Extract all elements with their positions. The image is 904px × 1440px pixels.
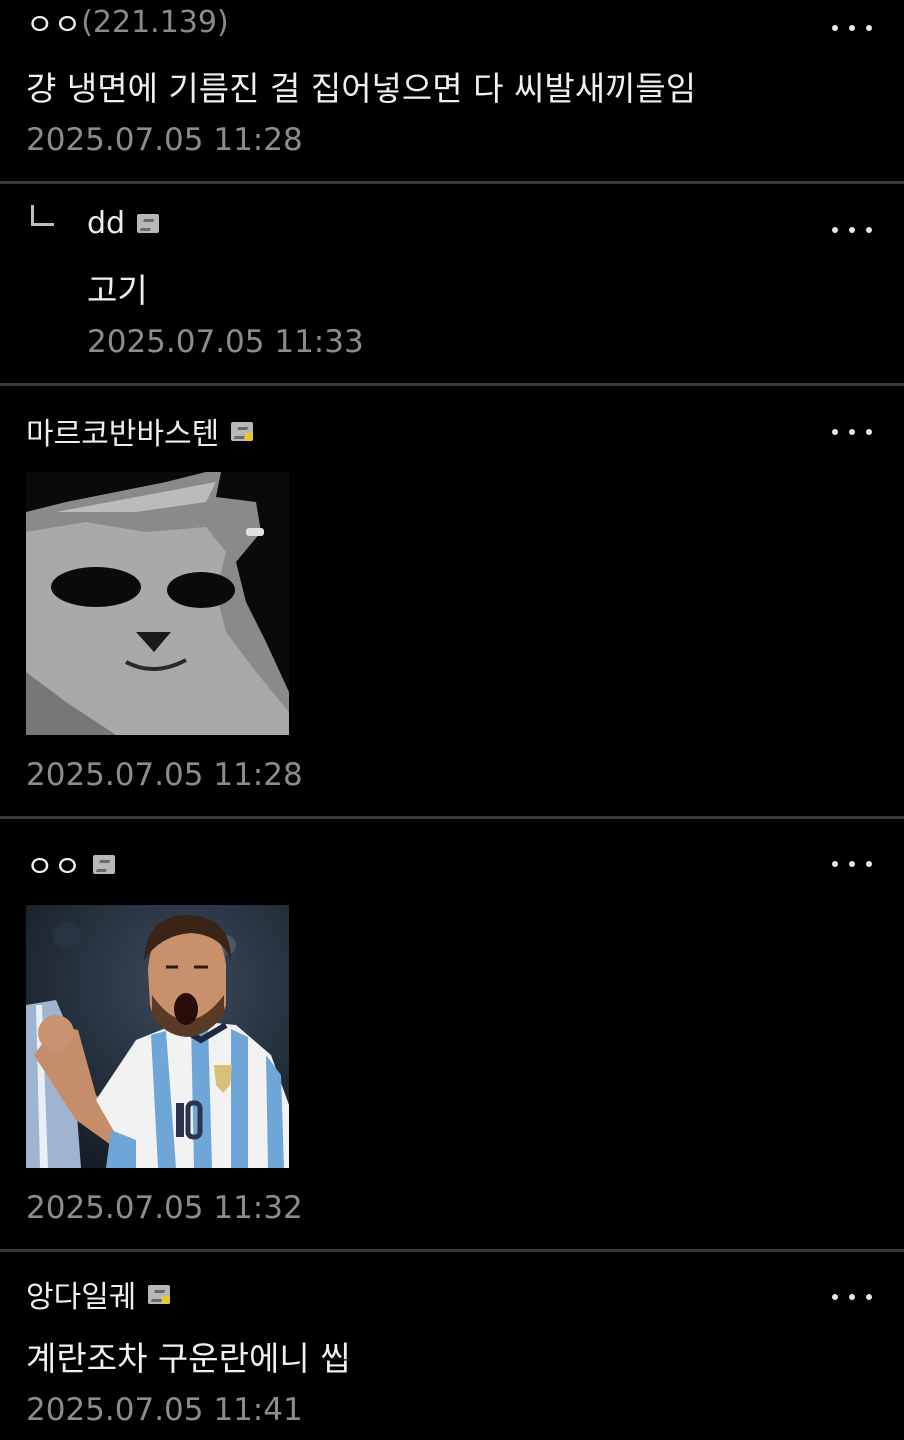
more-options-icon[interactable] (832, 852, 872, 876)
comment-date: 2025.07.05 11:32 (26, 1190, 303, 1226)
comment-author-line: 앙다일궤 (26, 1272, 171, 1316)
more-options-icon[interactable] (832, 420, 872, 444)
comment-date: 2025.07.05 11:41 (26, 1392, 303, 1428)
soccer-player-celebrating-image[interactable] (26, 905, 289, 1168)
comment-text: 고기 (87, 271, 148, 310)
comment-author[interactable]: dd (87, 206, 125, 241)
comment-text: 계란조차 구운란에니 씹 (26, 1339, 351, 1378)
comment-author[interactable]: ㅇㅇ (26, 842, 81, 886)
more-options-icon[interactable] (832, 218, 872, 242)
more-options-icon[interactable] (832, 16, 872, 40)
comment-divider (0, 181, 904, 184)
more-options-icon[interactable] (832, 1285, 872, 1309)
comment-divider (0, 383, 904, 386)
comment-author-line: ㅇㅇ (26, 842, 116, 886)
member-badge-icon (148, 1284, 171, 1304)
member-badge-icon (231, 421, 254, 441)
comment-date: 2025.07.05 11:28 (26, 122, 303, 158)
member-badge-icon (137, 213, 160, 233)
comment-divider (0, 1249, 904, 1252)
comment-author-line: ㅇㅇ (221.139) (26, 0, 229, 44)
comment-divider (0, 816, 904, 819)
cat-face-meme-image[interactable] (26, 472, 289, 735)
comment-author[interactable]: ㅇㅇ (26, 0, 81, 44)
comment-author-line: 마르코반바스텐 (26, 409, 254, 453)
member-badge-icon (93, 854, 116, 874)
comment-author[interactable]: 앙다일궤 (26, 1272, 136, 1316)
comment-date: 2025.07.05 11:33 (87, 324, 364, 360)
reply-arrow-icon (31, 205, 54, 226)
comment-author-line: dd (87, 203, 160, 243)
comment-author[interactable]: 마르코반바스텐 (26, 409, 219, 453)
comment-text: 걍 냉면에 기름진 걸 집어넣으면 다 씨발새끼들임 (26, 69, 697, 108)
comment-date: 2025.07.05 11:28 (26, 757, 303, 793)
comment-author-ip: (221.139) (81, 4, 229, 40)
